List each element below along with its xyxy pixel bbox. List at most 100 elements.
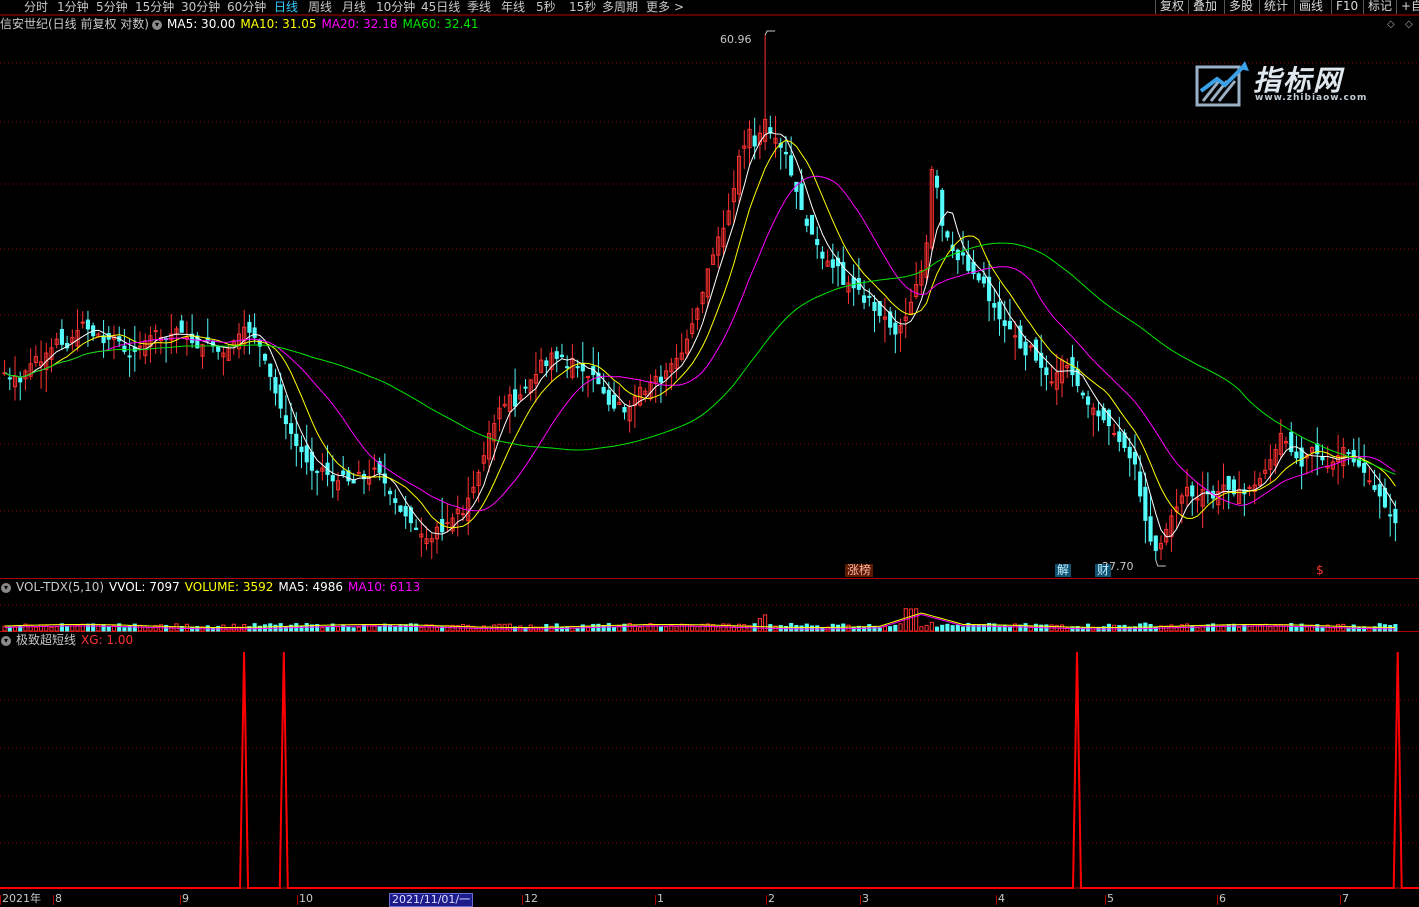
candle-body xyxy=(268,363,273,377)
volume-bar xyxy=(945,623,950,632)
candle-body xyxy=(80,321,85,324)
candle-body xyxy=(893,322,898,335)
high-price-label: 60.96 xyxy=(720,33,752,46)
volume-bar xyxy=(419,627,424,632)
candle-body xyxy=(179,320,184,333)
volume-bar xyxy=(1263,623,1268,632)
volume-bar xyxy=(492,624,497,632)
candle-body xyxy=(1289,431,1294,453)
xg-signal-line xyxy=(0,651,1419,889)
candle-body xyxy=(278,384,283,409)
volume-bar xyxy=(664,626,669,632)
volume-bar xyxy=(398,624,403,632)
volume-bar xyxy=(49,626,54,632)
volume-bar xyxy=(1007,626,1012,632)
candle-body xyxy=(330,475,335,482)
candle-body xyxy=(1028,345,1033,348)
candle-body xyxy=(1002,320,1007,326)
vol-ma5-line xyxy=(4,612,1396,629)
candle-body xyxy=(372,467,377,470)
candle-body xyxy=(273,377,278,394)
candle-body xyxy=(976,273,981,281)
candle-body xyxy=(554,351,559,359)
volume-bar xyxy=(950,625,955,632)
volume-bar xyxy=(752,623,757,632)
volume-bar xyxy=(934,626,940,632)
volume-bar xyxy=(262,624,268,632)
candle-body xyxy=(799,183,804,211)
event-marker-cai[interactable]: 财 xyxy=(1095,564,1112,577)
candle-body xyxy=(809,214,815,235)
volume-bar xyxy=(122,627,127,632)
candle-body xyxy=(1148,516,1153,542)
event-marker-jie[interactable]: 解 xyxy=(1055,564,1072,577)
candle-body xyxy=(872,301,877,311)
x-axis-tick xyxy=(1217,895,1218,905)
candle-body xyxy=(1086,396,1091,405)
candle-body xyxy=(1153,535,1158,551)
volume-bar xyxy=(862,626,867,632)
volume-bar xyxy=(1237,626,1242,632)
candle-body xyxy=(523,386,528,389)
x-axis-label-10: 6 xyxy=(1219,892,1226,905)
candle-body xyxy=(622,407,627,413)
x-axis-tick xyxy=(655,895,656,905)
candle-body xyxy=(992,303,997,308)
volume-bar xyxy=(872,625,877,632)
candle-body xyxy=(513,389,518,407)
volume-bar xyxy=(65,625,70,632)
x-axis-label-4: 12 xyxy=(524,892,538,905)
volume-bar xyxy=(70,623,75,632)
candle-body xyxy=(7,377,12,380)
candle-body xyxy=(997,301,1002,320)
volume-bar xyxy=(174,623,179,632)
volume-bar xyxy=(335,626,341,632)
volume-bar xyxy=(794,624,799,632)
candle-body xyxy=(122,345,127,352)
candle-body xyxy=(388,490,393,495)
candle-body xyxy=(1372,485,1377,490)
volume-bar xyxy=(643,623,648,632)
volume-bar xyxy=(955,624,960,632)
volume-bar xyxy=(1367,626,1372,632)
candle-body xyxy=(658,376,663,383)
x-axis-label-9: 5 xyxy=(1107,892,1114,905)
x-axis-label-3: 10 xyxy=(299,892,313,905)
x-axis-tick xyxy=(1105,895,1106,905)
volume-bar xyxy=(757,618,762,632)
volume-bar xyxy=(846,624,851,632)
candle-body xyxy=(1049,381,1054,384)
candle-body xyxy=(1294,451,1299,459)
volume-bar xyxy=(1190,625,1195,632)
volume-bar xyxy=(658,626,663,632)
volume-bar xyxy=(106,626,111,632)
volume-bar xyxy=(1356,626,1361,632)
candle-body xyxy=(315,470,320,473)
logo-chart-icon xyxy=(1195,61,1249,107)
candle-body xyxy=(283,415,288,425)
volume-bar xyxy=(611,626,617,632)
candle-body xyxy=(59,329,64,345)
candle-body xyxy=(153,330,158,333)
candle-body xyxy=(867,295,872,298)
x-axis-label-7: 3 xyxy=(862,892,869,905)
kline-chart[interactable] xyxy=(0,0,1419,905)
candle-body xyxy=(393,498,398,503)
candle-body xyxy=(403,506,408,517)
candle-body xyxy=(783,151,789,155)
event-marker-dollar[interactable]: $ xyxy=(1314,564,1326,577)
x-axis-label-0: 2021年 xyxy=(2,892,41,905)
candle-body xyxy=(544,360,549,367)
candle-body xyxy=(18,377,23,383)
x-axis-label-2: 9 xyxy=(182,892,189,905)
candle-body xyxy=(137,345,143,348)
volume-bar xyxy=(679,623,684,632)
volume-bar xyxy=(33,626,38,632)
event-marker-zhangbang[interactable]: 涨榜 xyxy=(845,564,874,577)
candle-body xyxy=(851,277,856,289)
volume-bar xyxy=(695,626,700,632)
low-pointer xyxy=(1155,559,1166,567)
candle-body xyxy=(1320,456,1325,461)
volume-bar xyxy=(898,623,903,632)
volume-bar xyxy=(1080,627,1085,632)
